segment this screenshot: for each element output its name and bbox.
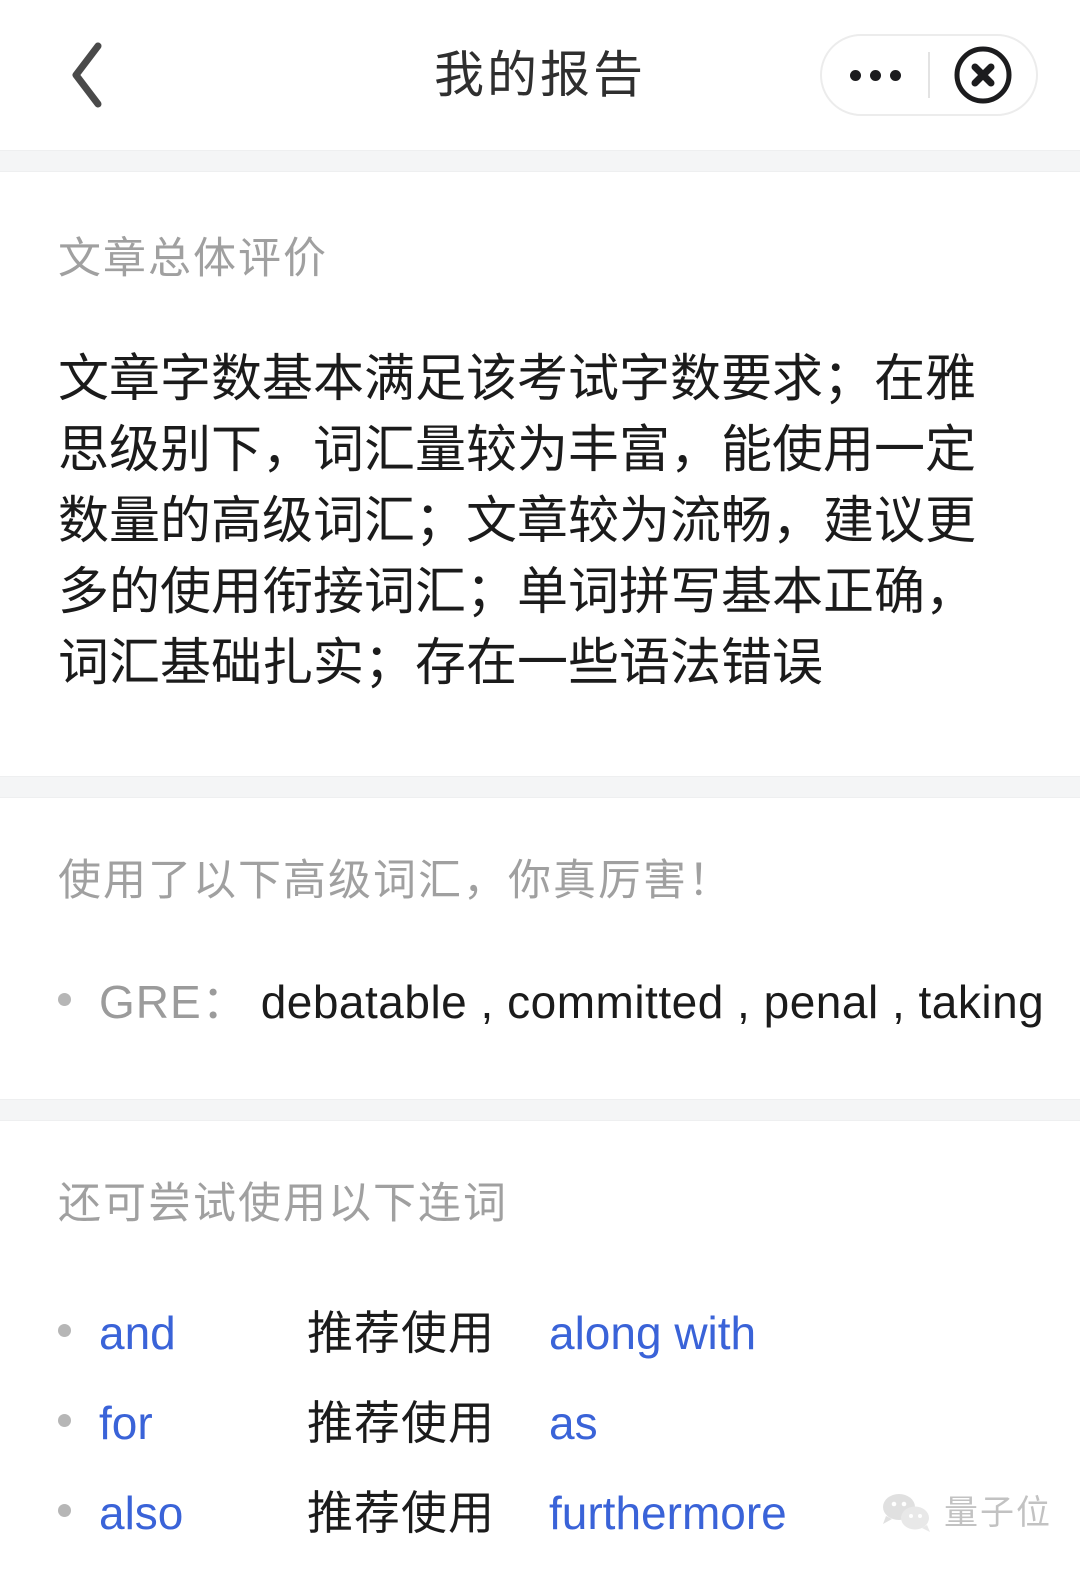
section-divider: [0, 776, 1080, 798]
chevron-left-icon: [66, 40, 110, 110]
bullet-icon: [58, 993, 71, 1006]
bullet-icon: [58, 1414, 71, 1427]
section-divider: [0, 1099, 1080, 1121]
conjunction-original[interactable]: also: [99, 1490, 307, 1536]
conjunction-suggestion-section: 还可尝试使用以下连词 and 推荐使用 along with for 推荐使用 …: [0, 1121, 1080, 1576]
overall-evaluation-heading: 文章总体评价: [58, 235, 328, 283]
vocab-word-list: debatable , committed , penal , taking: [260, 976, 1045, 1028]
conjunction-suggestion-heading: 还可尝试使用以下连词: [58, 1180, 508, 1228]
back-button[interactable]: [48, 35, 128, 115]
navigation-bar: 我的报告: [0, 0, 1080, 150]
list-item: also 推荐使用 furthermore: [58, 1490, 1022, 1536]
advanced-vocabulary-heading: 使用了以下高级词汇，你真厉害！: [58, 857, 733, 905]
list-item: and 推荐使用 along with: [58, 1310, 1022, 1356]
more-options-button[interactable]: [822, 36, 928, 114]
conjunction-hint: 推荐使用: [307, 1307, 495, 1359]
conjunction-original[interactable]: for: [99, 1400, 307, 1446]
conjunction-suggested[interactable]: as: [549, 1400, 598, 1446]
section-divider: [0, 150, 1080, 172]
conjunction-suggested[interactable]: furthermore: [549, 1490, 787, 1536]
overall-evaluation-section: 文章总体评价 文章字数基本满足该考试字数要求；在雅思级别下，词汇量较为丰富，能使…: [0, 172, 1080, 776]
conjunction-hint: 推荐使用: [307, 1487, 495, 1539]
bullet-icon: [58, 1504, 71, 1517]
close-button[interactable]: [930, 36, 1036, 114]
conjunction-hint: 推荐使用: [307, 1397, 495, 1449]
overall-evaluation-body: 文章字数基本满足该考试字数要求；在雅思级别下，词汇量较为丰富，能使用一定数量的高…: [58, 350, 977, 691]
close-circle-icon: [952, 44, 1014, 106]
conjunction-original[interactable]: and: [99, 1310, 307, 1356]
more-dots-icon: [849, 69, 901, 81]
wechat-capsule: [820, 34, 1038, 116]
conjunction-suggested[interactable]: along with: [549, 1310, 756, 1356]
list-item: for 推荐使用 as: [58, 1400, 1022, 1446]
list-item: GRE： debatable , committed , penal , tak…: [58, 976, 1044, 1028]
bullet-icon: [58, 1324, 71, 1337]
vocab-level-label: GRE：: [99, 976, 249, 1028]
advanced-vocabulary-section: 使用了以下高级词汇，你真厉害！ GRE： debatable , committ…: [0, 798, 1080, 1099]
